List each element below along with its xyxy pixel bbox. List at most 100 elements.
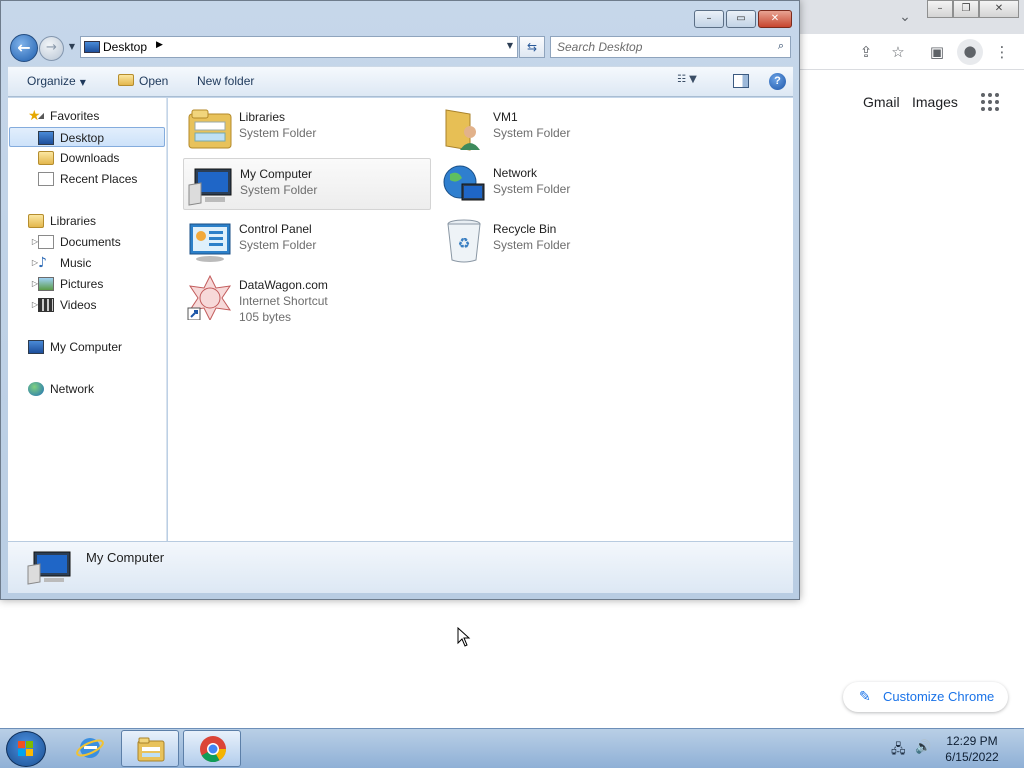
details-pane: My Computer [8, 541, 793, 593]
chrome-menu-icon[interactable]: ⋮ [990, 40, 1014, 64]
music-note-icon: ♪ [38, 255, 47, 271]
nav-item-label: Desktop [60, 131, 105, 145]
share-icon[interactable]: ⇪ [854, 40, 878, 64]
internet-shortcut-icon [187, 274, 232, 320]
file-item-libraries[interactable]: Libraries System Folder [183, 102, 431, 154]
details-item-name: My Computer [86, 550, 165, 565]
search-box[interactable]: ⌕ [550, 36, 791, 58]
chrome-restore-button[interactable]: ❐ [953, 0, 979, 18]
libraries-icon [28, 214, 44, 228]
desktop-icon [84, 41, 100, 53]
organize-dropdown-icon: ▼ [79, 78, 86, 87]
recent-pages-chevron-icon[interactable]: ▼ [66, 41, 78, 53]
computer-icon [188, 168, 232, 206]
help-icon[interactable]: ? [769, 73, 786, 90]
maximize-button[interactable]: ▭ [726, 10, 756, 28]
tab-search-chevron-icon[interactable]: ⌄ [894, 6, 916, 28]
nav-libraries[interactable]: ◢ Libraries [28, 211, 97, 231]
breadcrumb-arrow-icon[interactable]: ▶ [156, 40, 163, 50]
network-icon [443, 165, 485, 201]
clock-date[interactable]: 6/15/2022 [942, 750, 1002, 764]
nav-item-pictures[interactable]: ▷ Pictures [32, 274, 103, 294]
taskbar-windows-explorer[interactable] [121, 730, 179, 767]
nav-item-videos[interactable]: ▷ Videos [32, 295, 97, 315]
nav-my-computer[interactable]: ▷ My Computer [28, 337, 122, 357]
organize-button[interactable]: Organize ▼ [27, 74, 86, 88]
back-button[interactable]: ← [10, 34, 38, 62]
computer-icon [27, 551, 71, 585]
volume-icon[interactable]: 🔊 [915, 740, 931, 755]
file-item-my-computer[interactable]: My Computer System Folder [183, 158, 431, 210]
network-icon [28, 382, 44, 396]
preview-pane-icon[interactable] [733, 74, 749, 88]
nav-item-desktop[interactable]: Desktop [9, 127, 165, 147]
chrome-minimize-button[interactable]: – [927, 0, 953, 18]
start-button[interactable] [6, 731, 46, 767]
taskbar: 🖧 🔊 12:29 PM 6/15/2022 [0, 728, 1024, 768]
computer-icon [28, 340, 44, 354]
file-item-control-panel[interactable]: Control Panel System Folder [183, 214, 431, 266]
network-status-icon[interactable]: 🖧 [891, 740, 906, 762]
search-input[interactable] [557, 39, 767, 55]
clock-time[interactable]: 12:29 PM [942, 734, 1002, 748]
images-link[interactable]: Images [912, 94, 958, 110]
desktop-icon [38, 131, 54, 145]
file-item-recycle-bin[interactable]: ♻ Recycle Bin System Folder [437, 214, 685, 266]
file-item-type: System Folder [239, 238, 317, 252]
file-item-type: System Folder [493, 182, 571, 196]
nav-item-downloads[interactable]: Downloads [38, 148, 120, 168]
close-button[interactable]: ✕ [758, 10, 792, 28]
taskbar-internet-explorer[interactable] [61, 730, 119, 767]
breadcrumb-desktop[interactable]: Desktop [103, 40, 147, 54]
nav-item-documents[interactable]: ▷ Documents [32, 232, 121, 252]
documents-icon [38, 235, 54, 249]
libraries-icon [188, 109, 232, 149]
nav-network[interactable]: ▷ Network [28, 379, 94, 399]
file-item-type: System Folder [239, 126, 317, 140]
nav-item-label: Videos [60, 298, 97, 312]
videos-film-icon [38, 298, 54, 312]
forward-button[interactable]: → [39, 36, 64, 61]
nav-favorites[interactable]: ◢ ★ Favorites [28, 106, 100, 126]
user-folder-icon [445, 109, 480, 151]
customize-chrome-button[interactable]: ✎ Customize Chrome [843, 682, 1008, 712]
nav-item-music[interactable]: ▷ ♪ Music [32, 253, 91, 273]
file-list: Libraries System Folder VM1 System Folde… [168, 98, 793, 541]
downloads-folder-icon [38, 151, 54, 165]
gmail-link[interactable]: Gmail [863, 94, 900, 110]
file-item-datawagon[interactable]: DataWagon.com Internet Shortcut 105 byte… [183, 270, 431, 330]
refresh-button[interactable]: ⇆ [519, 36, 545, 58]
internet-explorer-icon [76, 738, 104, 758]
address-dropdown-icon[interactable]: ▼ [507, 41, 513, 50]
chrome-close-button[interactable]: ✕ [979, 0, 1019, 18]
taskbar-chrome[interactable] [183, 730, 241, 767]
file-item-name: Libraries [239, 110, 286, 124]
file-item-network[interactable]: Network System Folder [437, 158, 685, 210]
change-view-icon[interactable]: ☷ ▼ [677, 74, 713, 90]
file-item-type: Internet Shortcut [239, 294, 328, 308]
address-bar[interactable]: Desktop ▶ ▼ [80, 36, 518, 58]
pencil-icon: ✎ [859, 689, 871, 705]
bookmark-star-icon[interactable]: ☆ [886, 40, 910, 64]
new-folder-button[interactable]: New folder [197, 74, 254, 88]
open-button[interactable]: Open [118, 74, 168, 88]
nav-favorites-label: Favorites [50, 109, 100, 123]
google-apps-grid-icon[interactable] [981, 93, 999, 111]
file-item-type: System Folder [493, 238, 571, 252]
command-bar: Organize ▼ Open New folder ☷ ▼ ? [8, 66, 793, 97]
side-panel-icon[interactable]: ▣ [925, 40, 949, 64]
minimize-button[interactable]: – [694, 10, 724, 28]
file-item-name: DataWagon.com [239, 278, 328, 292]
control-panel-icon [189, 223, 231, 262]
nav-libraries-label: Libraries [50, 214, 97, 228]
search-icon[interactable]: ⌕ [778, 39, 784, 53]
file-item-vm1[interactable]: VM1 System Folder [437, 102, 685, 154]
nav-item-label: Recent Places [60, 172, 138, 186]
profile-avatar-icon[interactable]: ● [957, 39, 983, 65]
windows-logo-icon [18, 741, 34, 757]
nav-item-label: Downloads [60, 151, 120, 165]
nav-item-recent-places[interactable]: Recent Places [38, 169, 138, 189]
file-item-type: System Folder [240, 183, 318, 197]
nav-item-label: Documents [60, 235, 121, 249]
file-item-name: Network [493, 166, 538, 180]
